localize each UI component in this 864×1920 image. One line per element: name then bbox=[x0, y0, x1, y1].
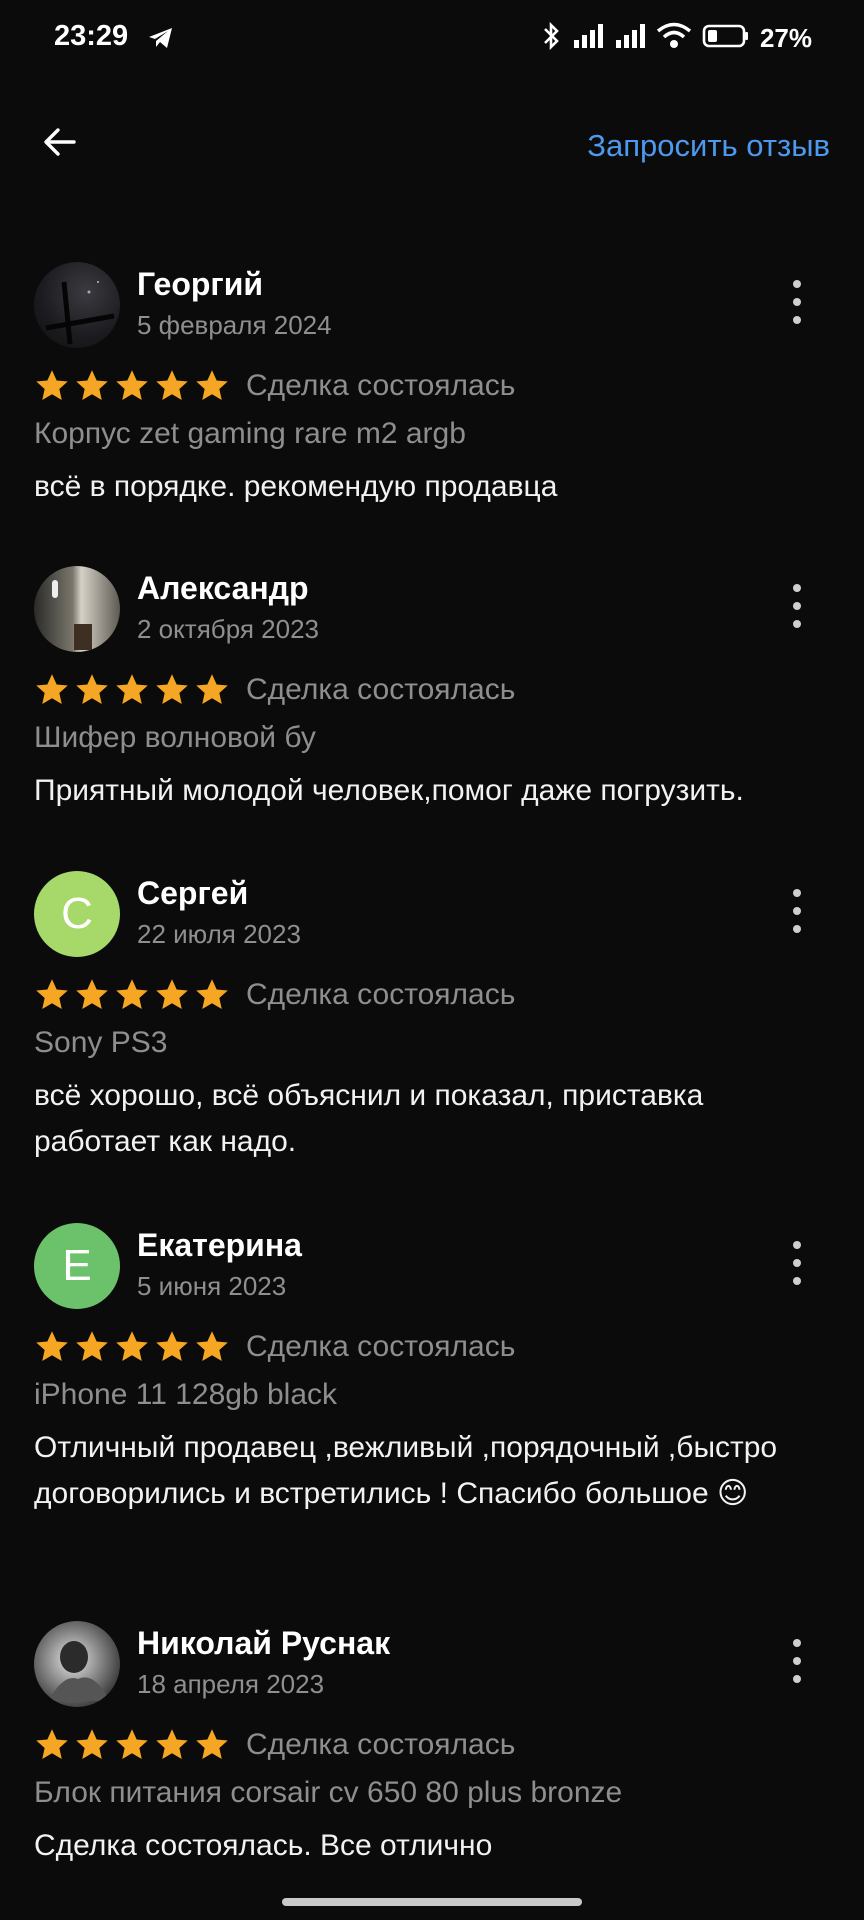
star-rating bbox=[34, 368, 230, 404]
review-date: 5 февраля 2024 bbox=[137, 310, 332, 340]
star-icon bbox=[196, 674, 228, 704]
telegram-icon bbox=[148, 26, 174, 55]
review-text: всё в порядке. рекомендую продавца bbox=[34, 470, 558, 503]
more-options-button[interactable] bbox=[782, 584, 812, 628]
reviewer-name[interactable]: Георгий bbox=[137, 266, 263, 303]
avatar[interactable]: С bbox=[34, 871, 120, 957]
review-text: Отличный продавец ,вежливый ,порядочный … bbox=[34, 1431, 778, 1510]
avatar[interactable] bbox=[34, 1621, 120, 1707]
star-icon bbox=[196, 1331, 228, 1361]
rating-row: Сделка состоялась bbox=[34, 670, 830, 710]
battery-icon bbox=[702, 23, 750, 54]
avatar[interactable] bbox=[34, 262, 120, 348]
star-icon bbox=[76, 1729, 108, 1759]
status-bar: 23:29 27% bbox=[0, 0, 864, 78]
rating-row: Сделка состоялась bbox=[34, 975, 830, 1015]
item-title[interactable]: Sony PS3 bbox=[34, 1023, 830, 1063]
item-title[interactable]: Блок питания corsair cv 650 80 plus bron… bbox=[34, 1773, 830, 1813]
home-indicator[interactable] bbox=[282, 1898, 582, 1906]
review-text: Приятный молодой человек,помог даже погр… bbox=[34, 774, 744, 807]
signal-icon bbox=[572, 22, 604, 55]
star-icon bbox=[116, 979, 148, 1009]
deal-status: Сделка состоялась bbox=[246, 369, 516, 402]
reviewer-name[interactable]: Екатерина bbox=[137, 1227, 302, 1264]
review-date: 5 июня 2023 bbox=[137, 1271, 287, 1301]
star-icon bbox=[156, 1331, 188, 1361]
deal-status: Сделка состоялась bbox=[246, 673, 516, 706]
bluetooth-icon bbox=[540, 21, 562, 56]
deal-status: Сделка состоялась bbox=[246, 1728, 516, 1761]
star-icon bbox=[76, 979, 108, 1009]
star-icon bbox=[76, 1331, 108, 1361]
signal-icon bbox=[614, 22, 646, 55]
reviewer-name[interactable]: Александр bbox=[137, 570, 309, 607]
star-icon bbox=[156, 370, 188, 400]
star-rating bbox=[34, 672, 230, 708]
arrow-left-icon bbox=[40, 122, 80, 167]
battery-percent: 27% bbox=[759, 22, 812, 53]
star-icon bbox=[196, 979, 228, 1009]
request-review-link[interactable]: Запросить отзыв bbox=[587, 128, 830, 164]
star-icon bbox=[36, 370, 68, 400]
avatar-letter: С bbox=[61, 889, 93, 938]
reviews-list: Георгий 5 февраля 2024 Сделка состоялась… bbox=[0, 258, 864, 1917]
deal-status: Сделка состоялась bbox=[246, 1330, 516, 1363]
review-date: 18 апреля 2023 bbox=[137, 1669, 325, 1699]
star-icon bbox=[196, 370, 228, 400]
reviewer-name[interactable]: Сергей bbox=[137, 875, 248, 912]
status-time: 23:29 bbox=[54, 20, 129, 52]
star-icon bbox=[36, 674, 68, 704]
back-button[interactable] bbox=[34, 118, 86, 170]
review-item: Георгий 5 февраля 2024 Сделка состоялась… bbox=[0, 258, 864, 562]
item-title[interactable]: Корпус zet gaming rare m2 argb bbox=[34, 414, 830, 454]
review-date: 22 июля 2023 bbox=[137, 919, 301, 949]
star-icon bbox=[156, 1729, 188, 1759]
more-options-button[interactable] bbox=[782, 280, 812, 324]
star-icon bbox=[36, 979, 68, 1009]
star-icon bbox=[196, 1729, 228, 1759]
rating-row: Сделка состоялась bbox=[34, 1327, 830, 1367]
more-options-button[interactable] bbox=[782, 889, 812, 933]
wifi-icon bbox=[656, 22, 692, 55]
item-title[interactable]: iPhone 11 128gb black bbox=[34, 1375, 830, 1415]
star-icon bbox=[116, 674, 148, 704]
review-text: всё хорошо, всё объяснил и показал, прис… bbox=[34, 1079, 704, 1158]
star-icon bbox=[36, 1729, 68, 1759]
star-rating bbox=[34, 1329, 230, 1365]
star-icon bbox=[76, 370, 108, 400]
review-item: Николай Руснак 18 апреля 2023 Сделка сос… bbox=[0, 1617, 864, 1917]
star-icon bbox=[76, 674, 108, 704]
review-item: Е Екатерина 5 июня 2023 Сделка состоялас… bbox=[0, 1219, 864, 1617]
rating-row: Сделка состоялась bbox=[34, 1725, 830, 1765]
deal-status: Сделка состоялась bbox=[246, 978, 516, 1011]
reviewer-name[interactable]: Николай Руснак bbox=[137, 1625, 390, 1662]
star-icon bbox=[116, 1729, 148, 1759]
more-options-button[interactable] bbox=[782, 1241, 812, 1285]
review-item: С Сергей 22 июля 2023 Сделка состоялась … bbox=[0, 867, 864, 1219]
star-rating bbox=[34, 1727, 230, 1763]
star-icon bbox=[116, 1331, 148, 1361]
review-text: Сделка состоялась. Все отлично bbox=[34, 1829, 493, 1862]
avatar[interactable] bbox=[34, 566, 120, 652]
star-icon bbox=[36, 1331, 68, 1361]
rating-row: Сделка состоялась bbox=[34, 366, 830, 406]
status-icons: 27% bbox=[540, 20, 812, 56]
review-item: Александр 2 октября 2023 Сделка состояла… bbox=[0, 562, 864, 867]
avatar[interactable]: Е bbox=[34, 1223, 120, 1309]
item-title[interactable]: Шифер волновой бу bbox=[34, 718, 830, 758]
avatar-letter: Е bbox=[62, 1241, 92, 1290]
star-rating bbox=[34, 977, 230, 1013]
star-icon bbox=[156, 674, 188, 704]
review-date: 2 октября 2023 bbox=[137, 614, 319, 644]
more-options-button[interactable] bbox=[782, 1639, 812, 1683]
star-icon bbox=[156, 979, 188, 1009]
top-bar: Запросить отзыв bbox=[0, 100, 864, 190]
star-icon bbox=[116, 370, 148, 400]
